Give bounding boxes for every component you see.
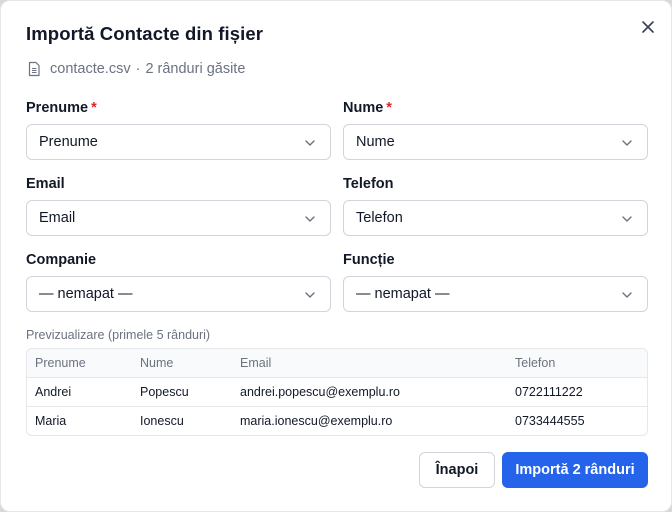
select-value: — nemapat —: [356, 286, 450, 302]
field-label-prenume: Prenume *: [26, 100, 97, 116]
separator: ·: [135, 61, 141, 77]
select-value: Prenume: [39, 134, 98, 150]
select-value: — nemapat —: [39, 286, 133, 302]
field-email: Email Email: [26, 176, 331, 236]
field-label-functie: Funcție: [343, 252, 395, 268]
file-info: contacte.csv · 2 rânduri găsite: [26, 61, 245, 77]
field-label-email: Email: [26, 176, 65, 192]
required-mark: *: [386, 100, 392, 116]
select-email[interactable]: Email: [26, 200, 331, 236]
chevron-down-icon: [621, 213, 633, 225]
select-companie[interactable]: — nemapat —: [26, 276, 331, 312]
field-telefon: Telefon Telefon: [343, 176, 648, 236]
chevron-down-icon: [621, 289, 633, 301]
chevron-down-icon: [304, 289, 316, 301]
select-functie[interactable]: — nemapat —: [343, 276, 648, 312]
import-contacts-dialog: Importă Contacte din fișier contacte.csv…: [0, 0, 672, 512]
close-icon: [641, 20, 655, 34]
select-prenume[interactable]: Prenume: [26, 124, 331, 160]
field-companie: Companie — nemapat —: [26, 252, 331, 312]
dialog-title: Importă Contacte din fișier: [26, 23, 264, 44]
preview-table: Prenume Nume Email Telefon Andrei Popesc…: [26, 348, 648, 436]
table-row: Maria Ionescu maria.ionescu@exemplu.ro 0…: [27, 407, 647, 435]
field-functie: Funcție — nemapat —: [343, 252, 648, 312]
preview-label: Previzualizare (primele 5 rânduri): [26, 328, 211, 342]
table-header-row: Prenume Nume Email Telefon: [27, 349, 647, 378]
table-cell: Ionescu: [140, 414, 184, 428]
table-row: Andrei Popescu andrei.popescu@exemplu.ro…: [27, 378, 647, 407]
column-header: Email: [240, 356, 272, 370]
table-cell: Maria: [35, 414, 67, 428]
select-nume[interactable]: Nume: [343, 124, 648, 160]
column-header: Telefon: [515, 356, 556, 370]
select-value: Nume: [356, 134, 395, 150]
required-mark: *: [91, 100, 97, 116]
field-nume: Nume * Nume: [343, 100, 648, 160]
chevron-down-icon: [621, 137, 633, 149]
select-telefon[interactable]: Telefon: [343, 200, 648, 236]
table-cell: Andrei: [35, 385, 72, 399]
table-cell: maria.ionescu@exemplu.ro: [240, 414, 393, 428]
table-cell: 0733444555: [515, 414, 585, 428]
table-cell: 0722111222: [515, 385, 583, 399]
column-header: Prenume: [35, 356, 86, 370]
column-header: Nume: [140, 356, 174, 370]
import-button[interactable]: Importă 2 rânduri: [502, 452, 648, 488]
rows-found: 2 rânduri găsite: [145, 61, 246, 77]
select-value: Telefon: [356, 210, 403, 226]
table-cell: andrei.popescu@exemplu.ro: [240, 385, 401, 399]
file-name: contacte.csv: [50, 61, 131, 77]
close-button[interactable]: [637, 16, 659, 38]
field-label-nume: Nume *: [343, 100, 392, 116]
chevron-down-icon: [304, 213, 316, 225]
back-button[interactable]: Înapoi: [419, 452, 495, 488]
table-cell: Popescu: [140, 385, 189, 399]
select-value: Email: [39, 210, 76, 226]
field-prenume: Prenume * Prenume: [26, 100, 331, 160]
field-label-telefon: Telefon: [343, 176, 394, 192]
field-label-companie: Companie: [26, 252, 97, 268]
chevron-down-icon: [304, 137, 316, 149]
file-csv-icon: [26, 61, 42, 77]
